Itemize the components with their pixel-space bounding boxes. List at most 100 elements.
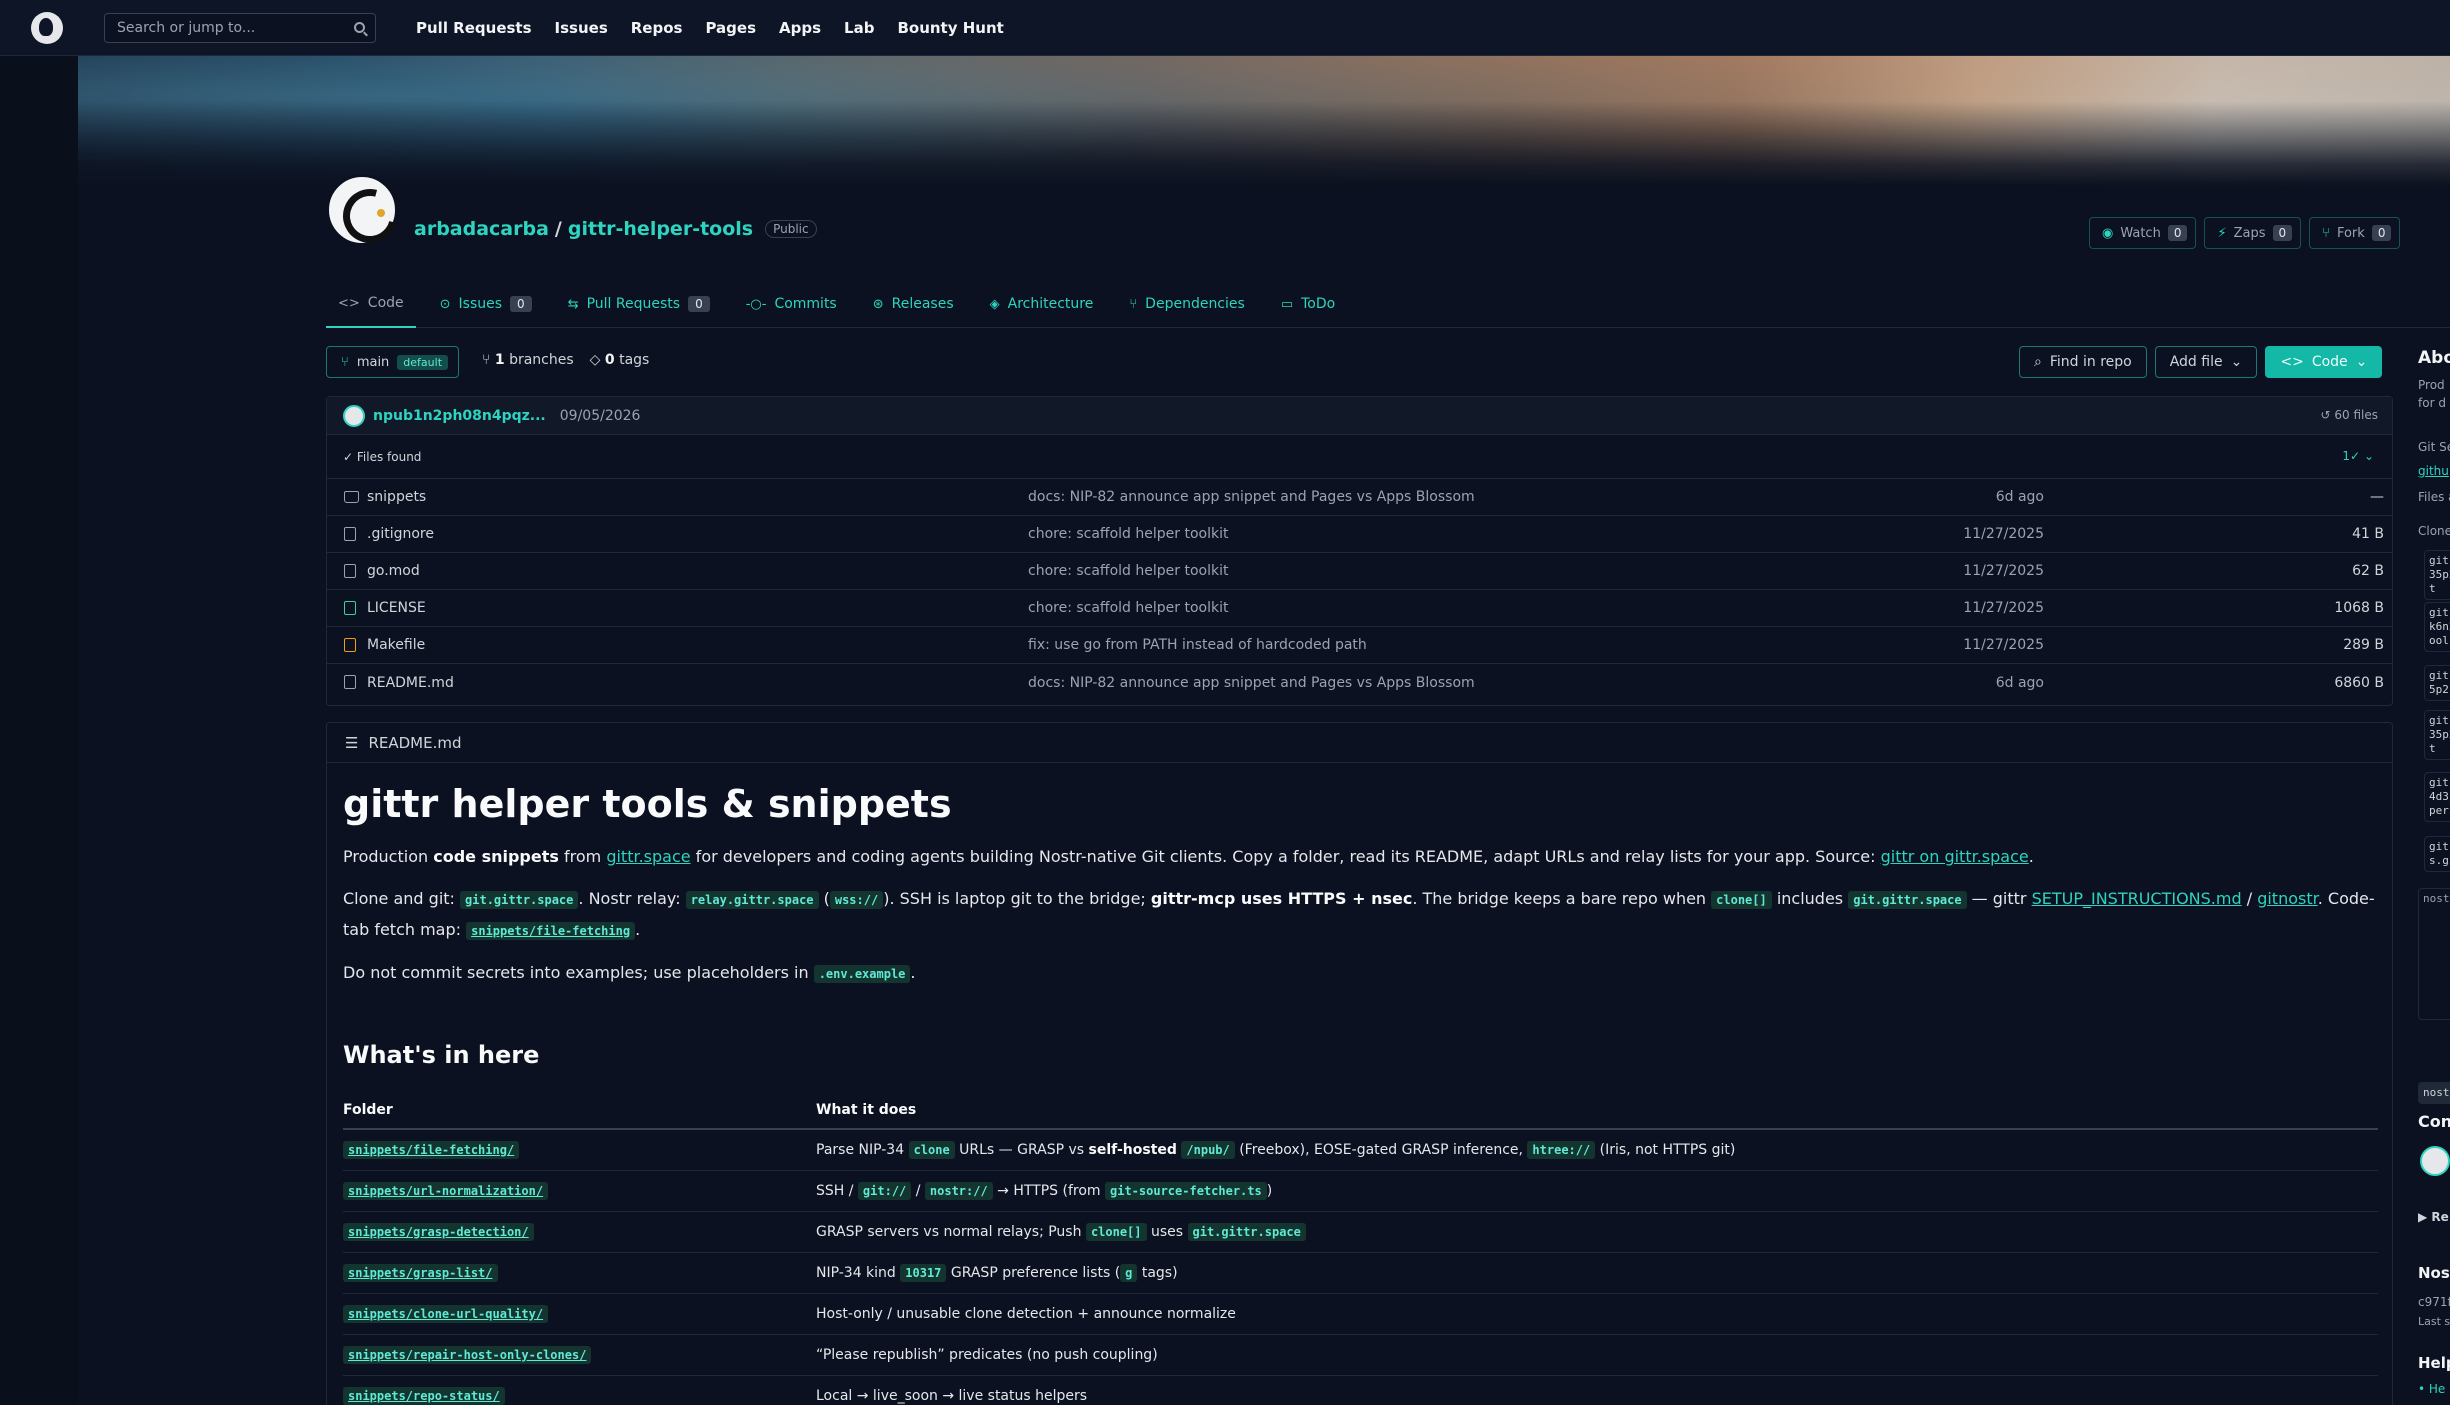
file-commit-message[interactable]: docs: NIP-82 announce app snippet and Pa…	[1028, 675, 1475, 691]
file-row[interactable]: LICENSE chore: scaffold helper toolkit 11/…	[327, 590, 2392, 627]
file-icon	[344, 675, 356, 689]
file-row[interactable]: Makefile fix: use go from PATH instead of…	[327, 627, 2392, 664]
text: SSH /	[816, 1182, 858, 1199]
clone-url-box[interactable]: git c 35p2 t	[2424, 710, 2450, 760]
file-commit-message[interactable]: chore: scaffold helper toolkit	[1028, 600, 1228, 616]
tab-code[interactable]: <> Code	[326, 280, 416, 328]
inline-code: nostr://	[924, 1181, 993, 1200]
search-input[interactable]: Search or jump to...	[104, 13, 376, 43]
tab-issues[interactable]: ⊙ Issues 0	[428, 280, 544, 328]
folder-link[interactable]: snippets/repair-host-only-clones/	[343, 1345, 592, 1364]
branch-selector[interactable]: ⑂ main default	[326, 346, 460, 378]
repo-name-link[interactable]: gittr-helper-tools	[568, 218, 753, 240]
branches-link[interactable]: ⑂ 1 branches	[482, 352, 574, 368]
file-name[interactable]: Makefile	[367, 637, 425, 653]
pull-request-icon: ⇆	[567, 296, 579, 312]
gitnostr-link[interactable]: gitnostr	[2257, 889, 2318, 908]
file-commit-message[interactable]: chore: scaffold helper toolkit	[1028, 526, 1228, 542]
tab-architecture[interactable]: ◈ Architecture	[978, 280, 1106, 328]
commit-author[interactable]: npub1n2ph08n4pqz...	[373, 408, 546, 424]
tags-link[interactable]: ◇ 0 tags	[590, 352, 650, 368]
file-date: 6d ago	[1995, 489, 2044, 505]
file-row[interactable]: go.mod chore: scaffold helper toolkit 11/2…	[327, 553, 2392, 590]
commit-author-avatar[interactable]	[343, 404, 365, 427]
add-file-button[interactable]: Add file ⌄	[2154, 346, 2258, 378]
file-name[interactable]: snippets	[367, 489, 426, 505]
clone-url-box[interactable]: git c 4d3j per-	[2424, 772, 2450, 822]
clone-url-box[interactable]: git c 35p2 t	[2424, 550, 2450, 600]
file-commit-message[interactable]: docs: NIP-82 announce app snippet and Pa…	[1028, 489, 1475, 505]
nav-lab[interactable]: Lab	[844, 19, 874, 37]
zaps-button[interactable]: ⚡ Zaps 0	[2204, 217, 2302, 249]
folder-link[interactable]: snippets/grasp-detection/	[343, 1222, 534, 1241]
text: Do not commit secrets into examples; use…	[343, 963, 814, 982]
clone-url-box[interactable]: git c 5p2f	[2424, 665, 2450, 701]
text: — gittr	[1966, 889, 2032, 908]
source-link[interactable]: gittr on gittr.space	[1881, 847, 2029, 866]
file-row[interactable]: snippets docs: NIP-82 announce app snippe…	[327, 479, 2392, 516]
file-name[interactable]: LICENSE	[367, 600, 426, 616]
find-in-repo-button[interactable]: ⌕ Find in repo	[2019, 346, 2147, 378]
gittr-logo-icon[interactable]	[31, 11, 63, 44]
file-size: 62 B	[2352, 563, 2384, 579]
search-icon[interactable]	[354, 22, 365, 33]
clone-url-box[interactable]: git c s.git	[2424, 836, 2450, 872]
file-row[interactable]: README.md docs: NIP-82 announce app snipp…	[327, 664, 2392, 701]
help-link[interactable]: • He	[2418, 1382, 2445, 1396]
folder-link[interactable]: snippets/repo-status/	[343, 1386, 505, 1405]
nav-bounty-hunt[interactable]: Bounty Hunt	[897, 19, 1003, 37]
repo-owner-link[interactable]: arbadacarba	[414, 218, 549, 240]
files-found-toggle[interactable]: 1✓ ⌄	[2342, 449, 2374, 463]
branch-meta: ⑂ 1 branches ◇ 0 tags	[482, 352, 649, 368]
file-name[interactable]: go.mod	[367, 563, 420, 579]
commit-icon: -○-	[745, 296, 767, 312]
file-size: 41 B	[2352, 526, 2384, 542]
nostr-clone-copy[interactable]: nost	[2418, 1082, 2450, 1104]
folder-link[interactable]: snippets/clone-url-quality/	[343, 1304, 549, 1323]
file-commit-message[interactable]: chore: scaffold helper toolkit	[1028, 563, 1228, 579]
gittr-space-link[interactable]: gittr.space	[606, 847, 690, 866]
fork-button[interactable]: ⑂ Fork 0	[2309, 217, 2401, 249]
clone-url-box[interactable]: git c k6n2 ools	[2424, 602, 2450, 652]
contributor-avatar[interactable]	[2420, 1146, 2450, 1176]
readme-filename: README.md	[368, 733, 462, 752]
inline-code: wss://	[829, 891, 884, 909]
branch-name: main	[356, 354, 390, 370]
folder-link[interactable]: snippets/url-normalization/	[343, 1181, 549, 1200]
file-commit-message[interactable]: fix: use go from PATH instead of hardcod…	[1028, 637, 1367, 653]
nav-pull-requests[interactable]: Pull Requests	[416, 19, 532, 37]
inline-code: htree://	[1527, 1140, 1596, 1159]
tab-releases[interactable]: ⊛ Releases	[861, 280, 966, 328]
folder-link[interactable]: snippets/grasp-list/	[343, 1263, 498, 1282]
tab-commits[interactable]: -○- Commits	[734, 280, 849, 328]
branches-icon: ⑂	[482, 352, 491, 368]
repo-owner-avatar[interactable]	[326, 174, 398, 246]
fork-label: Fork	[2336, 225, 2365, 241]
files-found-bar[interactable]: ✓ Files found 1✓ ⌄	[327, 435, 2392, 479]
github-link[interactable]: githu	[2418, 464, 2449, 478]
folder-link[interactable]: snippets/file-fetching/	[343, 1140, 520, 1159]
setup-instructions-link[interactable]: SETUP_INSTRUCTIONS.md	[2032, 889, 2242, 908]
table-row: snippets/repair-host-only-clones/ “Pleas…	[343, 1334, 2378, 1376]
nav-pages[interactable]: Pages	[705, 19, 756, 37]
watch-button[interactable]: ◉ Watch 0	[2089, 217, 2197, 249]
nav-issues[interactable]: Issues	[555, 19, 608, 37]
nav-repos[interactable]: Repos	[631, 19, 683, 37]
tab-issues-label: Issues	[458, 296, 503, 312]
file-name[interactable]: .gitignore	[367, 526, 434, 542]
nav-apps[interactable]: Apps	[779, 19, 821, 37]
file-fetching-link[interactable]: snippets/file-fetching	[466, 922, 636, 940]
code-dropdown-button[interactable]: <> Code ⌄	[2265, 346, 2383, 378]
tab-pull-requests[interactable]: ⇆ Pull Requests 0	[556, 280, 722, 328]
file-row[interactable]: .gitignore chore: scaffold helper toolkit…	[327, 516, 2392, 553]
file-count[interactable]: ↺ 60 files	[2320, 408, 2378, 422]
chevron-down-icon: ⌄	[2230, 354, 2243, 370]
table-row: snippets/grasp-list/ NIP-34 kind 10317 G…	[343, 1252, 2378, 1294]
tab-releases-label: Releases	[891, 296, 954, 312]
file-name[interactable]: README.md	[367, 675, 454, 691]
tab-todo[interactable]: ▭ ToDo	[1269, 280, 1347, 328]
issue-icon: ⊙	[439, 296, 451, 312]
text: .	[635, 920, 641, 939]
tab-dependencies[interactable]: ⑂ Dependencies	[1117, 280, 1256, 328]
readme-toggle[interactable]: ▶ Re	[2418, 1210, 2449, 1224]
